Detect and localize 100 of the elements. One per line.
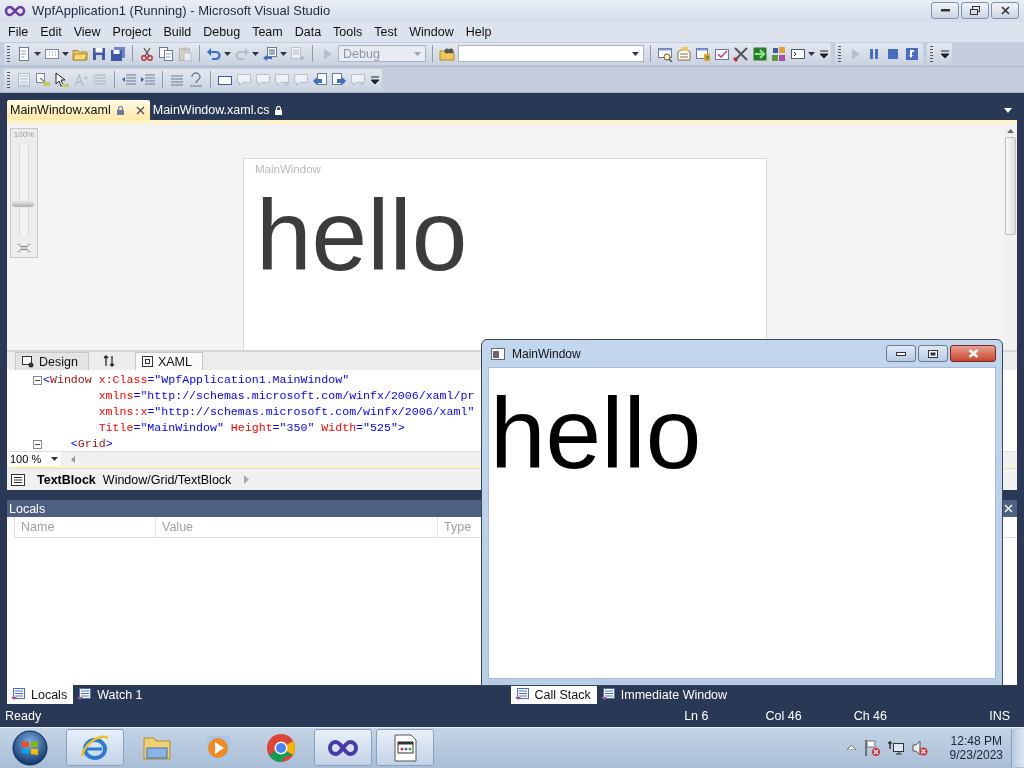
char-number: Ch 46 bbox=[853, 708, 887, 723]
panel-tab[interactable]: Immediate Window bbox=[596, 685, 734, 705]
scroll-thumb[interactable] bbox=[1004, 137, 1016, 236]
menu-item[interactable]: Edit bbox=[34, 24, 68, 39]
document-tab[interactable]: MainWindow.xaml.cs bbox=[149, 100, 288, 121]
design-icon bbox=[22, 355, 34, 368]
scroll-left-icon[interactable] bbox=[71, 455, 75, 463]
caret-icon[interactable] bbox=[51, 457, 58, 462]
maximize-button[interactable] bbox=[918, 345, 948, 362]
menu-item[interactable]: Help bbox=[459, 24, 498, 39]
save-all-icon[interactable] bbox=[110, 45, 126, 62]
menu-item[interactable]: Tools bbox=[327, 24, 369, 39]
caret-icon[interactable] bbox=[280, 51, 287, 56]
minimize-icon[interactable] bbox=[940, 9, 950, 13]
panel-tab[interactable]: Watch 1 bbox=[73, 685, 149, 705]
window-icon bbox=[600, 688, 615, 702]
close-button[interactable] bbox=[991, 2, 1019, 20]
code-line: xmlns:x="http://schemas.microsoft.com/winfx/2006/xaml" bbox=[97, 404, 475, 421]
solution-explorer-icon[interactable] bbox=[657, 45, 673, 62]
caret-icon[interactable] bbox=[632, 51, 639, 56]
element-path[interactable]: Window/Grid/TextBlock bbox=[102, 472, 232, 487]
scroll-up-icon[interactable] bbox=[1006, 129, 1014, 134]
minimize-icon[interactable] bbox=[896, 351, 906, 356]
menu-item[interactable]: Build bbox=[157, 24, 198, 39]
restore-icon[interactable] bbox=[970, 6, 980, 16]
maximize-icon[interactable] bbox=[928, 349, 938, 358]
fit-icon[interactable] bbox=[17, 243, 31, 254]
window-icon bbox=[77, 688, 92, 702]
taskbar-button[interactable] bbox=[314, 729, 372, 767]
new-project-icon[interactable] bbox=[16, 45, 32, 62]
caret-icon[interactable] bbox=[62, 51, 69, 56]
speaker-icon[interactable] bbox=[911, 740, 928, 756]
code-line: <Window x:Class="WpfApplication1.MainWindow" bbox=[43, 372, 351, 389]
column-number: Col 46 bbox=[765, 708, 802, 723]
browser-icon[interactable] bbox=[265, 732, 297, 764]
chevron-icon[interactable] bbox=[846, 745, 856, 751]
clock-time[interactable]: 12:48 PM bbox=[950, 734, 1002, 748]
outline-icon[interactable] bbox=[11, 473, 25, 486]
outdent-icon[interactable] bbox=[121, 71, 137, 88]
lock-icon bbox=[116, 105, 124, 115]
caret-icon[interactable] bbox=[224, 51, 231, 56]
panel-tab[interactable]: Locals bbox=[7, 685, 74, 705]
window-icon bbox=[514, 688, 529, 702]
caret-icon[interactable] bbox=[808, 51, 815, 56]
menu-item[interactable]: Data bbox=[288, 24, 328, 39]
menu-item[interactable]: Debug bbox=[197, 24, 247, 39]
caret-icon[interactable] bbox=[34, 51, 41, 56]
overflow-icon[interactable] bbox=[820, 49, 828, 58]
navigate-backward-icon[interactable] bbox=[262, 45, 278, 62]
taskbar-button[interactable] bbox=[66, 729, 124, 767]
menu-item[interactable]: Project bbox=[106, 24, 158, 39]
hello-text: hello bbox=[489, 376, 703, 483]
zoom-dropdown[interactable]: 100 % bbox=[7, 452, 61, 467]
close-icon[interactable] bbox=[135, 105, 145, 115]
hello-text: hello bbox=[255, 178, 469, 286]
save-icon[interactable] bbox=[91, 45, 107, 62]
copy-icon[interactable] bbox=[158, 45, 174, 62]
flag-icon[interactable] bbox=[863, 739, 880, 757]
insert-mode: INS bbox=[989, 708, 1010, 723]
status-message: Ready bbox=[5, 708, 42, 723]
xaml-icon bbox=[141, 356, 153, 368]
menu-item[interactable]: Team bbox=[246, 24, 289, 39]
element-name: TextBlock bbox=[37, 472, 96, 487]
menu-item[interactable]: File bbox=[2, 24, 35, 39]
window-icon bbox=[11, 688, 25, 702]
minimize-button[interactable] bbox=[931, 2, 959, 20]
document-tab[interactable]: MainWindow.xaml bbox=[7, 100, 150, 121]
start-button[interactable] bbox=[12, 730, 48, 766]
taskbar-button[interactable] bbox=[376, 729, 434, 767]
network-icon[interactable] bbox=[887, 740, 904, 756]
menu-item[interactable]: Test bbox=[368, 24, 404, 39]
window-title: WpfApplication1 (Running) - Microsoft Visual Studio bbox=[32, 3, 331, 19]
app-icon bbox=[491, 347, 505, 360]
infinity-icon bbox=[4, 4, 26, 17]
scrollbar[interactable] bbox=[1003, 124, 1017, 351]
overflow-icon[interactable] bbox=[371, 75, 379, 84]
close-button[interactable] bbox=[950, 345, 996, 362]
code-line: Title="MainWindow" Height="350" Width="525"> bbox=[97, 420, 406, 437]
indent-icon[interactable] bbox=[140, 71, 156, 88]
overflow-icon[interactable] bbox=[941, 49, 949, 58]
restore-button[interactable] bbox=[961, 2, 989, 20]
close-icon[interactable] bbox=[1000, 6, 1010, 16]
view-tab[interactable]: XAML bbox=[134, 352, 203, 371]
caret-icon[interactable] bbox=[252, 51, 259, 56]
swap-panes-icon[interactable] bbox=[102, 355, 115, 368]
slider-thumb[interactable] bbox=[12, 200, 34, 207]
lock-icon bbox=[275, 105, 283, 115]
view-tab[interactable]: Design bbox=[15, 352, 89, 371]
window-title: MainWindow bbox=[254, 162, 322, 176]
collapse-icon[interactable] bbox=[33, 375, 42, 385]
panel-tab[interactable]: Call Stack bbox=[510, 685, 597, 705]
menu-item[interactable]: View bbox=[67, 24, 107, 39]
clock-date[interactable]: 9/23/2023 bbox=[949, 748, 1003, 762]
cut-icon[interactable] bbox=[139, 45, 155, 62]
code-line: xmlns="http://schemas.microsoft.com/winfx/2006/xaml/pr bbox=[97, 388, 475, 405]
menu-item[interactable]: Window bbox=[403, 24, 460, 39]
collapse-icon[interactable] bbox=[33, 439, 42, 449]
restart-icon[interactable] bbox=[904, 45, 920, 62]
caret-icon[interactable] bbox=[1004, 107, 1012, 113]
minimize-button[interactable] bbox=[886, 345, 916, 362]
